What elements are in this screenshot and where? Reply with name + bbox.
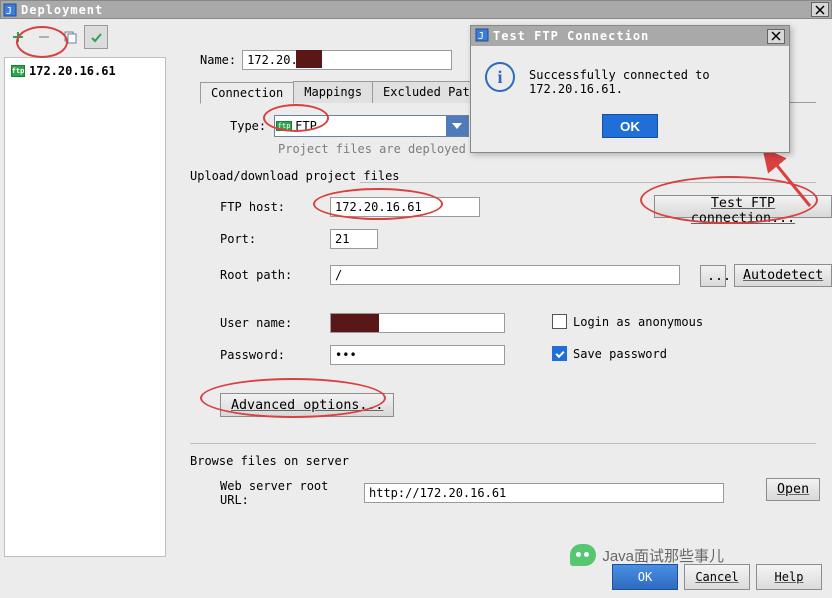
open-url-button[interactable]: Open xyxy=(766,478,820,501)
divider xyxy=(190,443,816,444)
ftp-icon: ftp xyxy=(11,65,25,77)
help-button[interactable]: Help xyxy=(756,564,822,590)
ftp-host-label: FTP host: xyxy=(220,200,320,214)
popup-title: Test FTP Connection xyxy=(493,29,649,43)
ftp-icon: ftp xyxy=(275,121,293,131)
checkbox-checked-icon xyxy=(552,346,567,361)
ftp-host-input[interactable] xyxy=(330,197,480,217)
add-server-button[interactable] xyxy=(6,25,30,49)
svg-text:J: J xyxy=(478,31,484,42)
password-input[interactable] xyxy=(330,345,505,365)
remove-server-button[interactable] xyxy=(32,25,56,49)
server-name-input[interactable] xyxy=(242,50,452,70)
type-label: Type: xyxy=(230,119,266,133)
set-default-button[interactable] xyxy=(84,25,108,49)
app-icon: J xyxy=(475,28,489,45)
popup-close-button[interactable] xyxy=(767,29,785,44)
info-icon: i xyxy=(485,62,515,92)
login-anonymous-label: Login as anonymous xyxy=(573,315,703,329)
deployment-titlebar: J Deployment xyxy=(0,0,832,19)
username-input[interactable] xyxy=(330,313,505,333)
dialog-footer: OK Cancel Help xyxy=(612,564,822,590)
test-ftp-button[interactable]: Test FTP connection... xyxy=(654,195,832,218)
web-url-label: Web server root URL: xyxy=(220,479,356,507)
svg-text:J: J xyxy=(6,6,12,17)
test-ftp-popup: J Test FTP Connection i Successfully con… xyxy=(470,25,790,153)
port-input[interactable] xyxy=(330,229,378,249)
server-tree-item[interactable]: ftp 172.20.16.61 xyxy=(9,62,161,80)
popup-message: Successfully connected to 172.20.16.61. xyxy=(529,62,775,96)
window-title: Deployment xyxy=(21,3,103,17)
browse-root-button[interactable]: ... xyxy=(700,265,726,287)
browse-section-title: Browse files on server xyxy=(190,454,349,468)
cancel-button[interactable]: Cancel xyxy=(684,564,750,590)
login-anonymous-checkbox[interactable]: Login as anonymous xyxy=(552,314,703,329)
chevron-down-icon xyxy=(446,116,468,136)
type-select-value: FTP xyxy=(293,119,446,133)
username-label: User name: xyxy=(220,316,320,330)
copy-server-button[interactable] xyxy=(58,25,82,49)
sidebar-toolbar xyxy=(4,23,166,51)
save-password-label: Save password xyxy=(573,347,667,361)
autodetect-button[interactable]: Autodetect xyxy=(734,264,832,287)
window-close-button[interactable] xyxy=(811,2,829,17)
popup-ok-button[interactable]: OK xyxy=(602,114,658,138)
ok-button[interactable]: OK xyxy=(612,564,678,590)
port-label: Port: xyxy=(220,232,320,246)
root-path-input[interactable] xyxy=(330,265,680,285)
name-label: Name: xyxy=(200,53,236,67)
tab-mappings[interactable]: Mappings xyxy=(293,81,373,103)
app-icon: J xyxy=(3,3,17,17)
server-tree: ftp 172.20.16.61 xyxy=(4,57,166,557)
checkbox-icon xyxy=(552,314,567,329)
sidebar: ftp 172.20.16.61 xyxy=(0,19,170,598)
divider xyxy=(360,182,816,183)
type-select[interactable]: ftp FTP xyxy=(274,115,469,137)
advanced-options-button[interactable]: Advanced options... xyxy=(220,393,394,417)
upload-section-title: Upload/download project files xyxy=(190,169,400,183)
root-path-label: Root path: xyxy=(220,268,320,282)
server-tree-item-label: 172.20.16.61 xyxy=(29,64,116,78)
save-password-checkbox[interactable]: Save password xyxy=(552,346,667,361)
password-label: Password: xyxy=(220,348,320,362)
web-url-input[interactable] xyxy=(364,483,724,503)
tab-connection[interactable]: Connection xyxy=(200,82,294,104)
